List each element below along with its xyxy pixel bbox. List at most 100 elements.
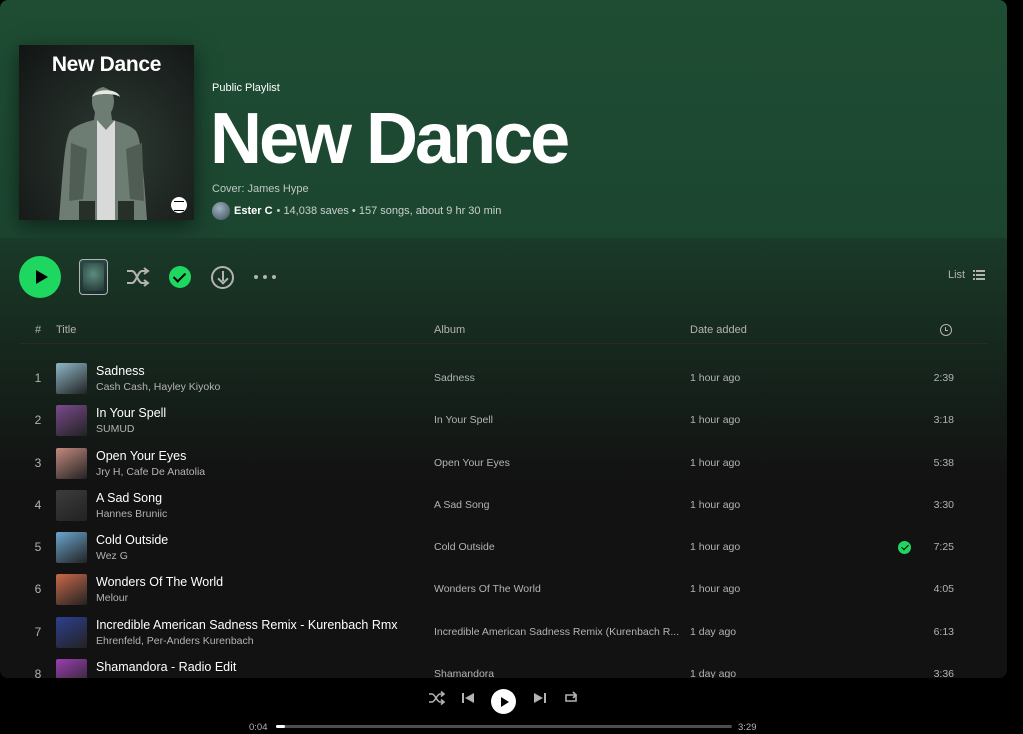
track-album-link[interactable]: Sadness	[434, 372, 475, 384]
track-thumbnail	[56, 659, 87, 678]
track-date-added: 1 hour ago	[690, 372, 741, 384]
track-artist-link[interactable]: Cash Cash, Hayley Kiyoko	[96, 381, 220, 393]
track-title-link[interactable]: Open Your Eyes	[96, 449, 186, 463]
track-thumbnail	[56, 532, 87, 564]
track-duration: 2:39	[933, 372, 954, 384]
track-album-link[interactable]: Incredible American Sadness Remix (Kuren…	[434, 626, 679, 638]
list-icon	[973, 270, 986, 280]
track-artist-link[interactable]: Wez G	[96, 550, 128, 562]
track-duration: 4:05	[933, 583, 954, 596]
playlist-cover[interactable]: New Dance	[19, 45, 194, 220]
table-row[interactable]: 5 Cold Outside Wez G Cold Outside 1 hour…	[19, 526, 988, 568]
track-artist-link[interactable]: SUMUD	[96, 423, 135, 435]
view-toggle-button[interactable]: List	[948, 269, 986, 281]
track-number: 2	[34, 413, 42, 428]
saved-check-icon[interactable]	[169, 266, 191, 288]
preview-cover-button[interactable]	[79, 259, 108, 295]
track-artist-link[interactable]: Hannes Bruniic	[96, 508, 167, 520]
playlist-meta: Ester C • 14,038 saves • 157 songs, abou…	[212, 202, 501, 220]
cover-artist-figure	[59, 87, 147, 220]
table-row[interactable]: 4 A Sad Song Hannes Bruniic A Sad Song 1…	[19, 484, 988, 526]
owner-avatar[interactable]	[212, 202, 230, 220]
repeat-icon[interactable]	[562, 689, 580, 707]
table-header: # Title Album Date added	[19, 318, 988, 344]
track-title-link[interactable]: In Your Spell	[96, 406, 166, 420]
shuffle-icon[interactable]	[125, 266, 151, 288]
table-row[interactable]: 3 Open Your Eyes Jry H, Cafe De Anatolia…	[19, 442, 988, 484]
view-toggle-label: List	[948, 269, 966, 281]
track-album-link[interactable]: A Sad Song	[434, 499, 489, 511]
previous-track-icon[interactable]	[459, 689, 477, 707]
track-date-added: 1 day ago	[690, 668, 737, 678]
playlist-header: New Dance Public Playlist New Dance Cove…	[0, 0, 1007, 238]
track-album-link[interactable]: In Your Spell	[434, 414, 493, 426]
track-number: 7	[34, 624, 42, 639]
track-date-added: 1 hour ago	[690, 583, 741, 596]
table-row[interactable]: 8 Shamandora - Radio Edit Shamandora 1 d…	[19, 653, 988, 678]
track-duration: 3:30	[933, 498, 954, 511]
track-title-link[interactable]: Wonders Of The World	[96, 575, 223, 589]
track-title-link[interactable]: A Sad Song	[96, 491, 162, 505]
track-artist-link[interactable]: Ehrenfeld, Per-Anders Kurenbach	[96, 635, 254, 647]
next-track-icon[interactable]	[531, 689, 549, 707]
track-title-link[interactable]: Shamandora - Radio Edit	[96, 660, 236, 674]
table-row[interactable]: 6 Wonders Of The World Melour Wonders Of…	[19, 568, 988, 610]
track-number: 3	[34, 455, 42, 470]
track-duration: 7:25	[933, 541, 954, 554]
track-duration: 6:13	[933, 625, 954, 638]
main-view: New Dance Public Playlist New Dance Cove…	[0, 0, 1007, 678]
track-duration: 3:18	[933, 414, 954, 427]
track-thumbnail	[56, 405, 87, 437]
track-number: 6	[34, 582, 42, 597]
track-thumbnail	[56, 489, 87, 521]
track-date-added: 1 hour ago	[690, 414, 741, 427]
track-saved-check-icon[interactable]	[898, 541, 911, 555]
header-date-added[interactable]: Date added	[690, 324, 747, 336]
table-row[interactable]: 2 In Your Spell SUMUD In Your Spell 1 ho…	[19, 399, 988, 441]
player-shuffle-icon[interactable]	[428, 689, 446, 707]
total-time: 3:29	[738, 722, 757, 733]
track-list: 1 Sadness Cash Cash, Hayley Kiyoko Sadne…	[19, 357, 988, 678]
playlist-type-label: Public Playlist	[212, 82, 280, 94]
track-thumbnail	[56, 447, 87, 479]
track-number: 4	[34, 497, 42, 512]
spotify-logo-icon	[171, 197, 187, 213]
owner-name-link[interactable]: Ester C	[234, 205, 273, 217]
track-title-link[interactable]: Incredible American Sadness Remix - Kure…	[96, 618, 398, 632]
table-row[interactable]: 1 Sadness Cash Cash, Hayley Kiyoko Sadne…	[19, 357, 988, 399]
track-duration: 5:38	[933, 456, 954, 469]
track-thumbnail	[56, 616, 87, 648]
track-title-link[interactable]: Sadness	[96, 364, 145, 378]
playlist-stats: • 14,038 saves • 157 songs, about 9 hr 3…	[276, 205, 502, 217]
playback-progress-fill	[276, 725, 285, 728]
header-number: #	[35, 324, 42, 336]
play-button[interactable]	[19, 256, 61, 298]
track-date-added: 1 hour ago	[690, 498, 741, 511]
download-icon[interactable]	[211, 266, 234, 289]
track-date-added: 1 day ago	[690, 625, 737, 638]
track-album-link[interactable]: Open Your Eyes	[434, 457, 510, 469]
more-options-icon[interactable]	[254, 270, 276, 284]
player-play-button[interactable]	[491, 689, 516, 714]
track-artist-link[interactable]: Melour	[96, 592, 128, 604]
track-album-link[interactable]: Cold Outside	[434, 541, 495, 553]
table-row[interactable]: 7 Incredible American Sadness Remix - Ku…	[19, 611, 988, 653]
playlist-description: Cover: James Hype	[212, 183, 309, 195]
duration-clock-icon[interactable]	[940, 324, 952, 336]
track-duration: 3:36	[933, 668, 954, 678]
track-artist-link[interactable]: Jry H, Cafe De Anatolia	[96, 466, 205, 478]
elapsed-time: 0:04	[249, 722, 268, 733]
track-date-added: 1 hour ago	[690, 541, 741, 554]
track-thumbnail	[56, 574, 87, 606]
track-date-added: 1 hour ago	[690, 456, 741, 469]
header-album[interactable]: Album	[434, 324, 465, 336]
playback-progress-bar[interactable]	[276, 725, 732, 728]
cover-title: New Dance	[51, 53, 162, 76]
track-title-link[interactable]: Cold Outside	[96, 533, 168, 547]
track-album-link[interactable]: Shamandora	[434, 668, 494, 678]
track-number: 5	[34, 540, 42, 555]
playlist-title[interactable]: New Dance	[210, 98, 570, 180]
track-number: 1	[34, 371, 42, 385]
track-album-link[interactable]: Wonders Of The World	[434, 583, 541, 595]
header-title[interactable]: Title	[56, 324, 76, 336]
